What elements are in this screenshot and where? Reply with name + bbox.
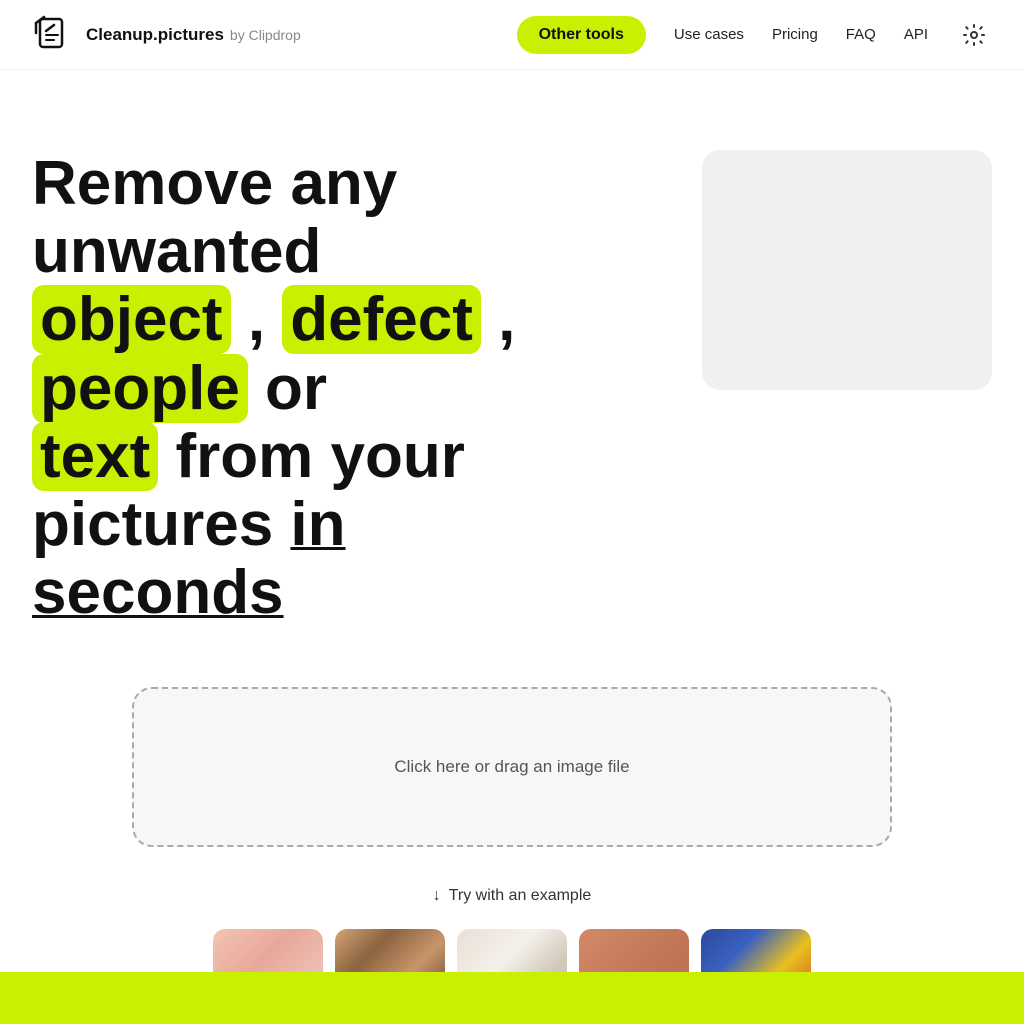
word-defect: defect: [282, 285, 481, 354]
main-nav: Other tools Use cases Pricing FAQ API: [517, 16, 992, 54]
upload-box[interactable]: Click here or drag an image file: [132, 687, 892, 847]
try-section: ↓ Try with an example: [32, 887, 992, 905]
logo-name: Cleanup.pictures: [86, 25, 224, 45]
pricing-link[interactable]: Pricing: [772, 26, 818, 43]
faq-link[interactable]: FAQ: [846, 26, 876, 43]
logo-by: by Clipdrop: [230, 27, 301, 43]
header: Cleanup.pictures by Clipdrop Other tools…: [0, 0, 1024, 70]
main-content: Remove any unwanted object , defect , pe…: [0, 70, 1024, 1017]
logo-area: Cleanup.pictures by Clipdrop: [32, 13, 517, 57]
bottom-accent-bar: [0, 972, 1024, 1024]
word-people: people: [32, 354, 248, 423]
try-text: Try with an example: [449, 887, 592, 905]
use-cases-link[interactable]: Use cases: [674, 26, 744, 43]
logo-text-group: Cleanup.pictures by Clipdrop: [86, 25, 301, 45]
hero-title: Remove any unwanted object , defect , pe…: [32, 150, 670, 627]
word-object: object: [32, 285, 231, 354]
try-label: ↓ Try with an example: [32, 887, 992, 905]
hero-text: Remove any unwanted object , defect , pe…: [32, 150, 670, 627]
api-link[interactable]: API: [904, 26, 928, 43]
word-text: text: [32, 422, 158, 491]
word-or: or: [248, 354, 327, 423]
word-seconds: seconds: [32, 558, 284, 627]
upload-label: Click here or drag an image file: [394, 757, 629, 777]
hero-line1: Remove any unwanted: [32, 149, 397, 286]
other-tools-button[interactable]: Other tools: [517, 16, 646, 54]
comma1: ,: [231, 285, 283, 354]
hero-demo-image: [702, 150, 992, 390]
hero-section: Remove any unwanted object , defect , pe…: [32, 150, 992, 627]
upload-section: Click here or drag an image file: [132, 687, 892, 847]
logo-icon: [32, 13, 76, 57]
try-arrow: ↓: [433, 887, 441, 905]
comma2: ,: [481, 285, 515, 354]
word-in: in: [290, 490, 345, 559]
settings-button[interactable]: [956, 17, 992, 53]
gear-icon: [962, 23, 986, 47]
